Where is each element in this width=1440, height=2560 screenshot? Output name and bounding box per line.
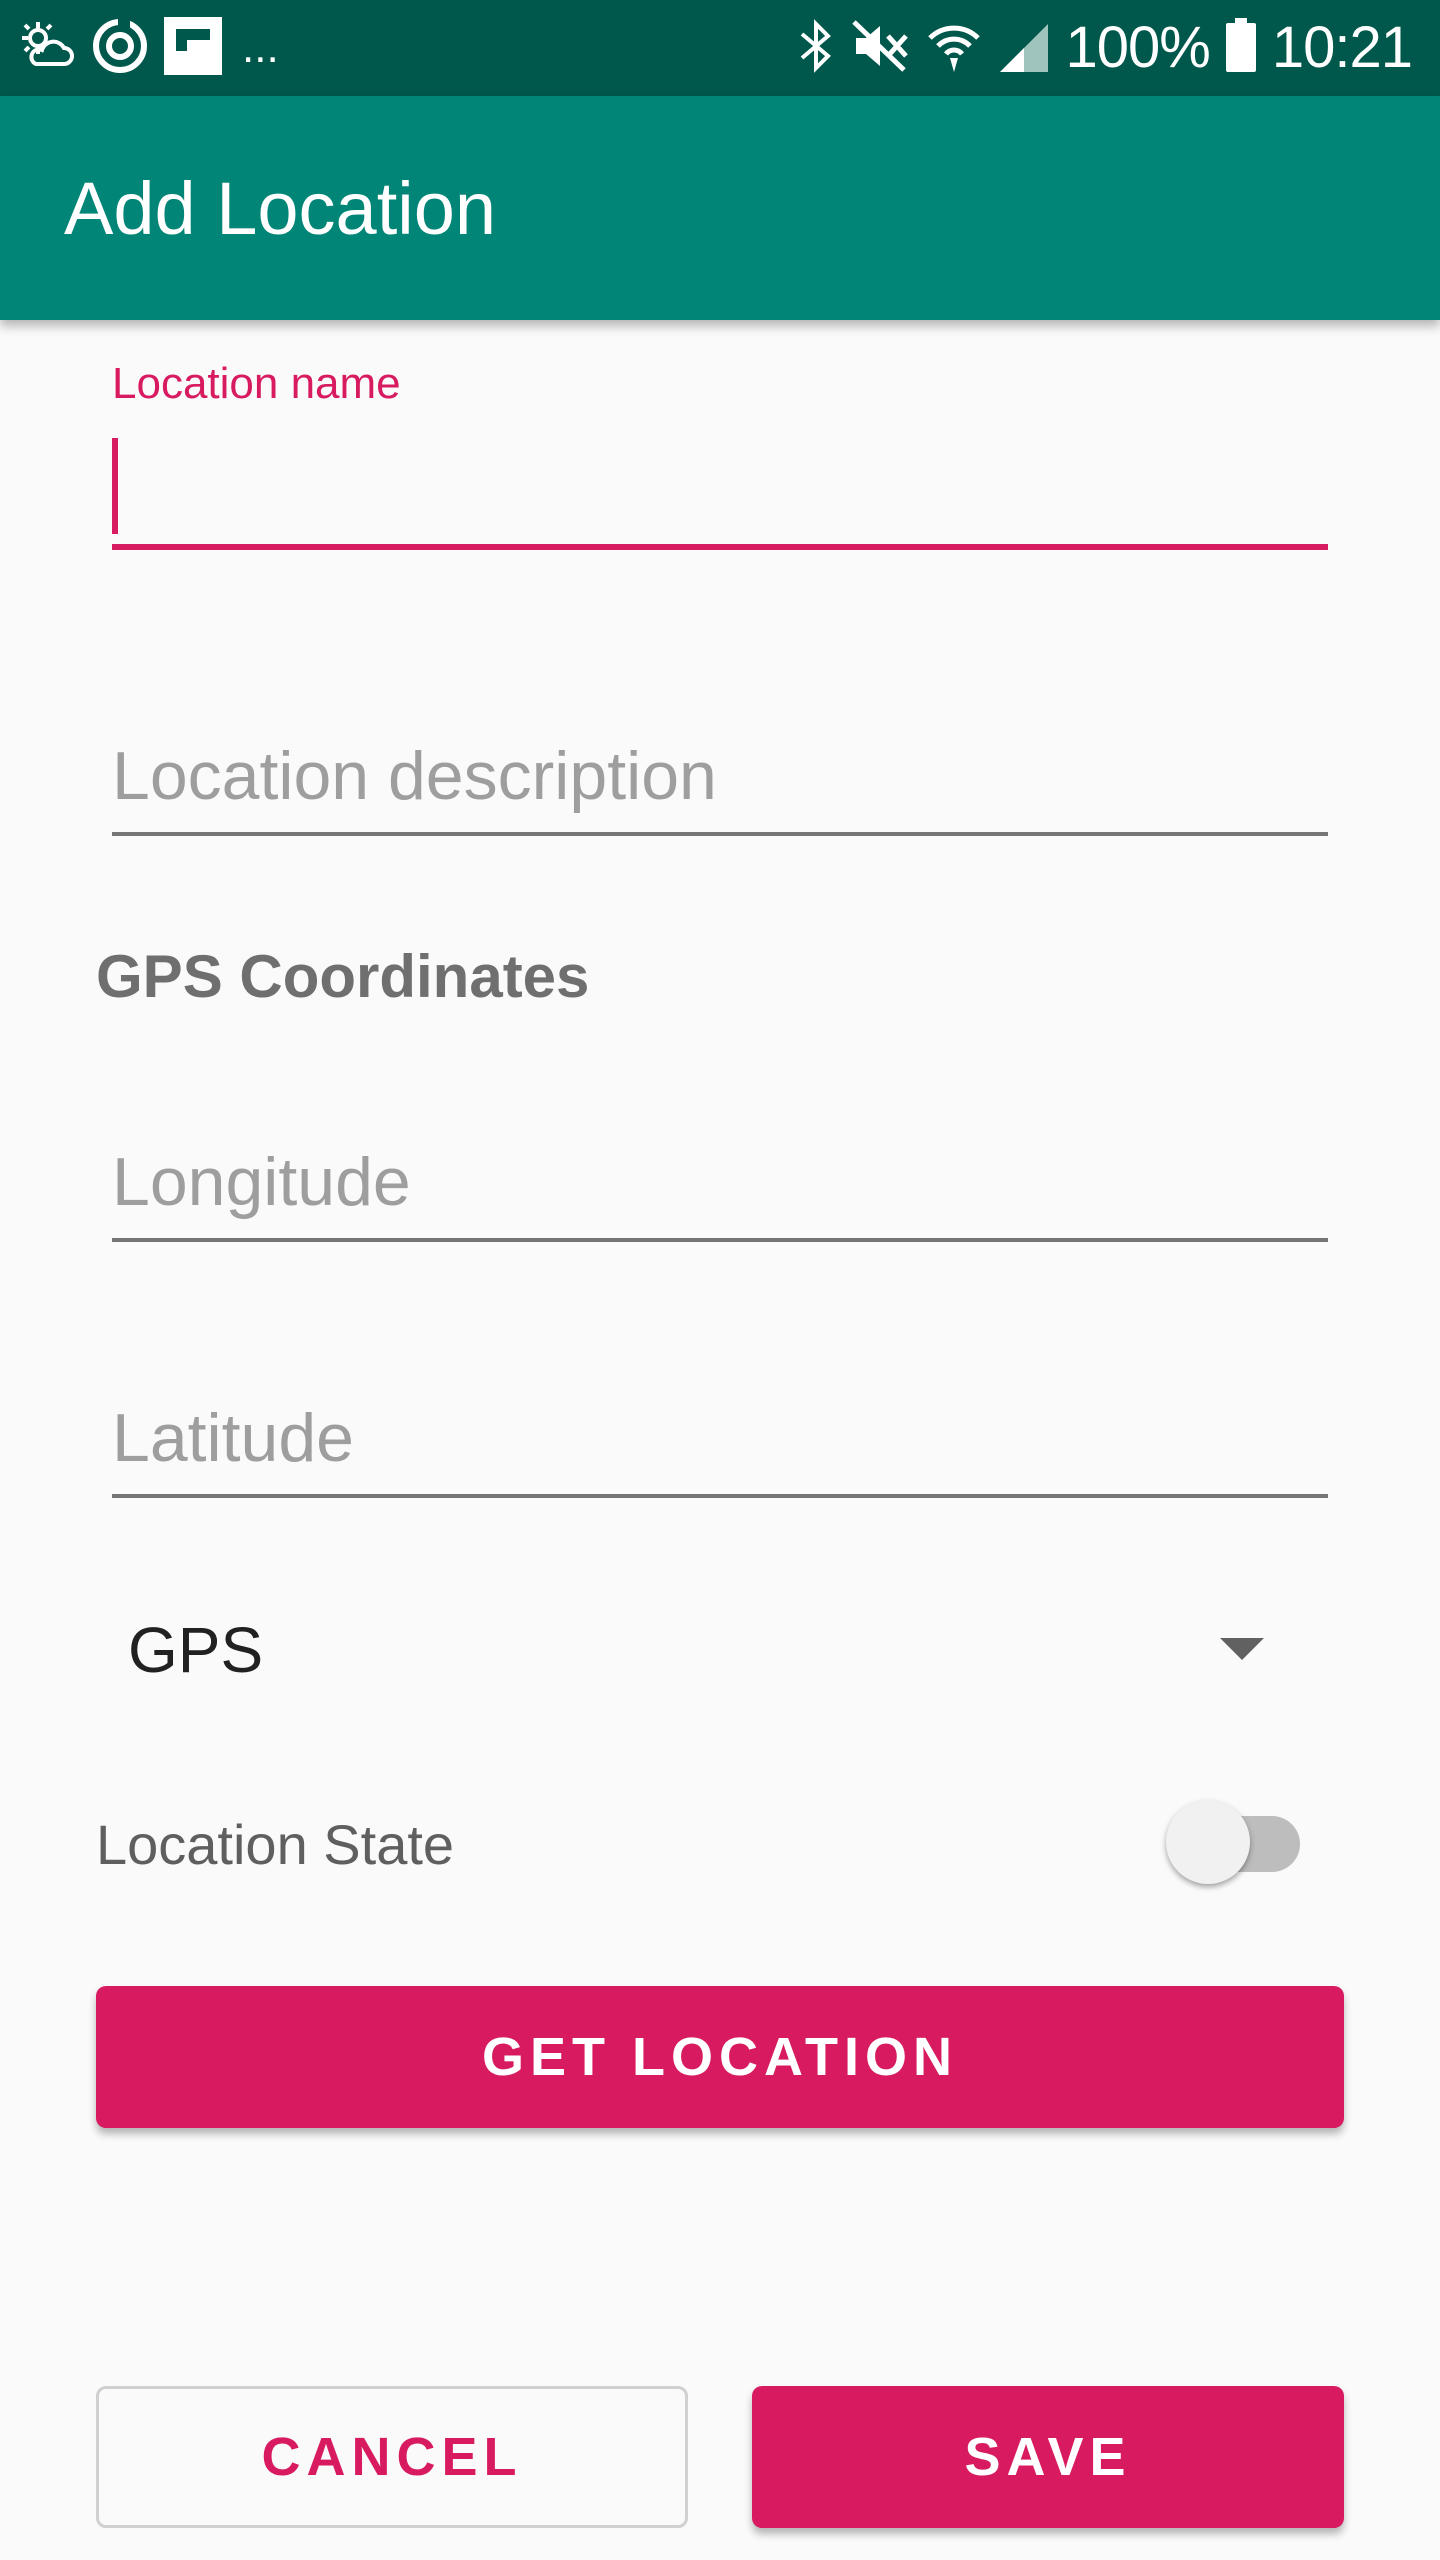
dropdown-selected-value: GPS xyxy=(128,1614,264,1686)
battery-icon xyxy=(1225,17,1256,79)
location-description-input[interactable] xyxy=(112,726,1328,826)
status-bar: ... 100% 10:21 xyxy=(0,0,1440,96)
text-cursor xyxy=(112,438,118,534)
gps-coordinates-heading: GPS Coordinates xyxy=(96,943,590,1010)
cancel-button[interactable]: CANCEL xyxy=(96,2386,688,2528)
dropdown-arrow-icon xyxy=(1220,1638,1264,1660)
latitude-input[interactable] xyxy=(112,1388,1328,1488)
flipboard-icon xyxy=(164,16,222,80)
latitude-underline xyxy=(112,1494,1328,1498)
bluetooth-icon xyxy=(798,18,834,79)
longitude-underline xyxy=(112,1238,1328,1242)
location-description-underline xyxy=(112,832,1328,836)
longitude-input[interactable] xyxy=(112,1132,1328,1232)
save-button[interactable]: SAVE xyxy=(752,2386,1344,2528)
sync-icon xyxy=(90,16,150,81)
location-name-label: Location name xyxy=(112,359,401,408)
location-source-dropdown[interactable]: GPS xyxy=(96,1590,1328,1710)
system-icons: 100% 10:21 xyxy=(798,12,1413,84)
weather-icon xyxy=(16,16,76,81)
get-location-button[interactable]: GET LOCATION xyxy=(96,1986,1344,2128)
location-state-label: Location State xyxy=(96,1813,455,1876)
location-name-underline xyxy=(112,544,1328,550)
battery-percent: 100% xyxy=(1065,15,1211,80)
mute-icon xyxy=(850,18,910,79)
switch-thumb[interactable] xyxy=(1166,1800,1250,1884)
app-bar: Add Location xyxy=(0,96,1440,320)
page-title: Add Location xyxy=(64,167,497,250)
signal-icon xyxy=(998,18,1050,79)
wifi-icon xyxy=(926,18,982,79)
notification-icons: ... xyxy=(16,16,279,81)
location-name-input[interactable] xyxy=(112,434,1328,534)
more-notifications-indicator: ... xyxy=(242,23,279,72)
clock: 10:21 xyxy=(1271,15,1413,80)
